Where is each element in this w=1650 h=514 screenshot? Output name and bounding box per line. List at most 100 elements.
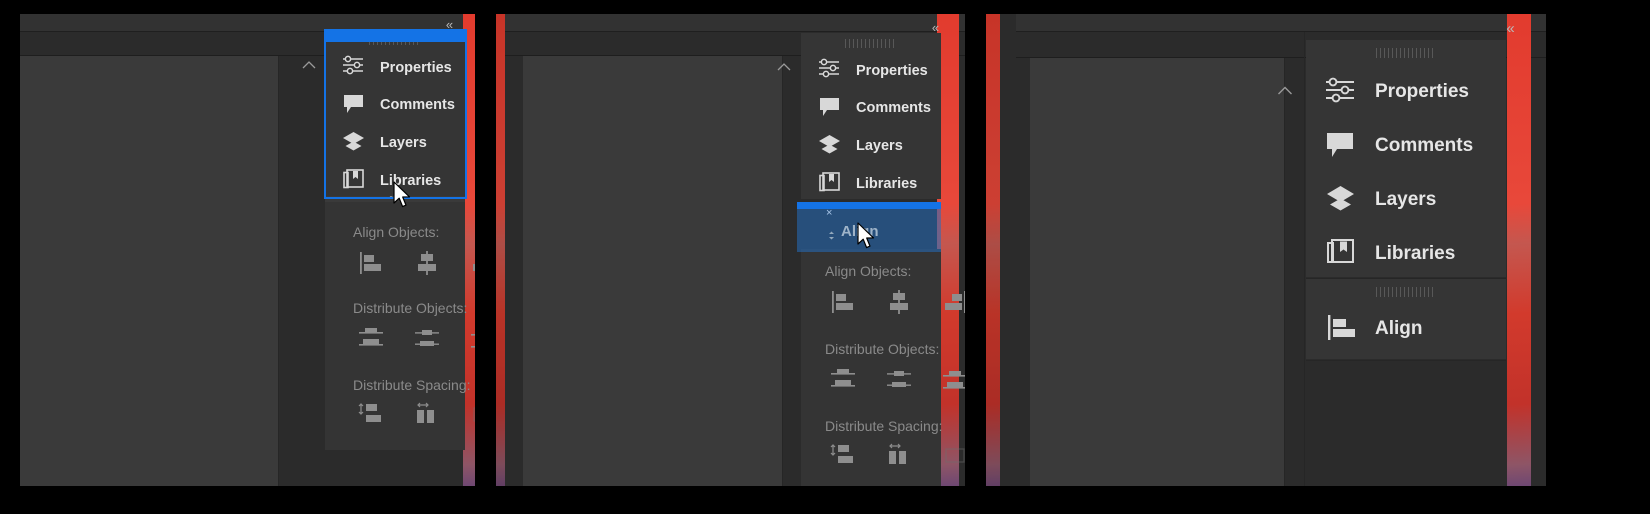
panel-group-main-2: Properties Comments Layers Libraries — [801, 33, 941, 199]
artwork-edge-3-left — [986, 14, 1000, 514]
distribute-spacing-buttons — [357, 402, 475, 428]
sidebar-item-label: Properties — [856, 62, 928, 79]
align-ghost-body: Align Objects: Distribute Objects: Distr… — [325, 202, 475, 430]
align-right-edges-button[interactable] — [941, 289, 965, 315]
bottom-letterbox — [0, 486, 1650, 514]
sidebar-item-label: Properties — [380, 59, 452, 76]
collapse-dock-button[interactable]: « — [1500, 20, 1520, 36]
frame-2: Align Objects: Distribute Objects: Distr… — [496, 0, 965, 514]
sliders-icon — [1324, 76, 1357, 109]
distribute-objects-title: Distribute Objects: — [353, 300, 468, 316]
comment-bubble-icon — [817, 95, 842, 122]
panel-group-main-3: Properties Comments Layers Libraries — [1306, 40, 1506, 277]
collapse-chevron-icon[interactable] — [302, 58, 316, 73]
screenshot-stage: × Align Align Objects: — [0, 0, 1650, 514]
sidebar-item-label: Properties — [1375, 81, 1469, 102]
distribute-horizontal-space-button[interactable] — [413, 402, 441, 428]
align-objects-title: Align Objects: — [353, 224, 440, 240]
sidebar-item-label: Layers — [1375, 189, 1437, 210]
drop-indicator-bar — [326, 31, 465, 42]
layers-stack-icon — [341, 130, 366, 157]
align-panel-menu-icon[interactable] — [827, 227, 836, 245]
sidebar-item-layers[interactable]: Layers — [801, 127, 941, 165]
panel-drag-grip[interactable] — [1376, 287, 1436, 297]
align-ghost-body: Align Objects: Distribute Objects: Distr… — [801, 249, 965, 514]
sliders-icon — [341, 54, 366, 81]
align-objects-buttons — [357, 250, 475, 276]
sidebar-item-label: Align — [1375, 318, 1423, 339]
distribute-spacing-title: Distribute Spacing: — [825, 418, 943, 434]
document-canvas — [1030, 58, 1284, 500]
document-canvas — [523, 56, 782, 500]
application-bar — [1016, 14, 1546, 32]
sidebar-item-comments[interactable]: Comments — [325, 86, 465, 124]
align-left-edges-button[interactable] — [829, 289, 857, 315]
distribute-vertical-centers-button[interactable] — [413, 326, 441, 352]
distribute-spacing-buttons — [829, 443, 965, 469]
align-panel-ghost-1: × Align Align Objects: — [325, 170, 475, 450]
sidebar-item-properties[interactable]: Properties — [801, 52, 941, 89]
canvas-dock-divider — [278, 56, 279, 500]
align-objects-buttons — [829, 289, 965, 315]
sidebar-item-label: Layers — [380, 135, 427, 151]
frame-1: × Align Align Objects: — [20, 0, 475, 514]
sidebar-item-properties[interactable]: Properties — [1306, 65, 1506, 119]
sidebar-item-libraries[interactable]: Libraries — [325, 162, 465, 200]
panel-drag-grip[interactable] — [1376, 48, 1436, 58]
collapse-dock-button[interactable]: « — [925, 19, 945, 35]
sidebar-item-libraries[interactable]: Libraries — [801, 165, 941, 203]
distribute-top-edges-button[interactable] — [829, 367, 857, 393]
libraries-book-icon — [1324, 238, 1357, 271]
distribute-bottom-edges-button[interactable] — [941, 367, 965, 393]
application-bar — [505, 14, 965, 32]
sidebar-item-label: Libraries — [856, 176, 918, 192]
use-spacing-button[interactable] — [941, 443, 965, 469]
align-left-edges-button[interactable] — [357, 250, 385, 276]
distribute-objects-buttons — [829, 367, 965, 393]
comment-bubble-icon — [1324, 130, 1357, 163]
distribute-objects-title: Distribute Objects: — [825, 341, 940, 357]
panel-group-main-1: Properties Comments Layers Libraries — [325, 30, 465, 196]
sidebar-item-comments[interactable]: Comments — [1306, 119, 1506, 173]
sidebar-item-layers[interactable]: Layers — [325, 124, 465, 162]
libraries-book-icon — [817, 171, 842, 198]
align-panel-ghost-2: Align Objects: Distribute Objects: Distr… — [801, 249, 965, 514]
sidebar-item-label: Libraries — [1375, 243, 1456, 264]
distribute-vertical-space-button[interactable] — [829, 443, 857, 469]
document-canvas — [20, 56, 278, 500]
distribute-top-edges-button[interactable] — [357, 326, 385, 352]
close-icon[interactable]: × — [826, 208, 832, 219]
collapse-chevron-icon[interactable] — [777, 59, 791, 77]
frame-gap-right — [1546, 0, 1650, 514]
align-objects-title: Align Objects: — [825, 263, 912, 279]
frame-gap-1 — [475, 0, 496, 514]
align-horizontal-centers-button[interactable] — [885, 289, 913, 315]
panel-group-align-3: Align — [1306, 279, 1506, 359]
layers-stack-icon — [817, 133, 842, 160]
canvas-dock-divider — [782, 56, 783, 500]
align-ghost-tab-label: Align — [841, 223, 879, 240]
sidebar-item-label: Layers — [856, 138, 903, 154]
panel-group-bottom-separator — [1306, 360, 1506, 361]
sidebar-item-align[interactable]: Align — [1306, 304, 1506, 354]
sidebar-item-libraries[interactable]: Libraries — [1306, 227, 1506, 281]
frame-gap-left — [0, 0, 20, 514]
distribute-vertical-centers-button[interactable] — [885, 367, 913, 393]
canvas-dock-divider — [1284, 58, 1285, 500]
align-horizontal-centers-button[interactable] — [413, 250, 441, 276]
collapse-dock-button[interactable]: « — [439, 16, 459, 32]
sidebar-item-comments[interactable]: Comments — [801, 89, 941, 127]
artwork-edge-2-left — [496, 14, 505, 514]
panel-drag-grip[interactable] — [845, 39, 897, 48]
align-left-icon — [1324, 312, 1357, 347]
sidebar-item-properties[interactable]: Properties — [325, 49, 465, 86]
sidebar-item-label: Libraries — [380, 173, 442, 189]
collapse-chevron-icon[interactable] — [1277, 83, 1293, 101]
distribute-horizontal-space-button[interactable] — [885, 443, 913, 469]
frame-3: Properties Comments Layers Libraries Ali… — [986, 0, 1546, 514]
layers-stack-icon — [1324, 184, 1357, 217]
distribute-vertical-space-button[interactable] — [357, 402, 385, 428]
sidebar-item-label: Comments — [856, 100, 931, 116]
sidebar-item-layers[interactable]: Layers — [1306, 173, 1506, 227]
frame-gap-2 — [965, 0, 986, 514]
